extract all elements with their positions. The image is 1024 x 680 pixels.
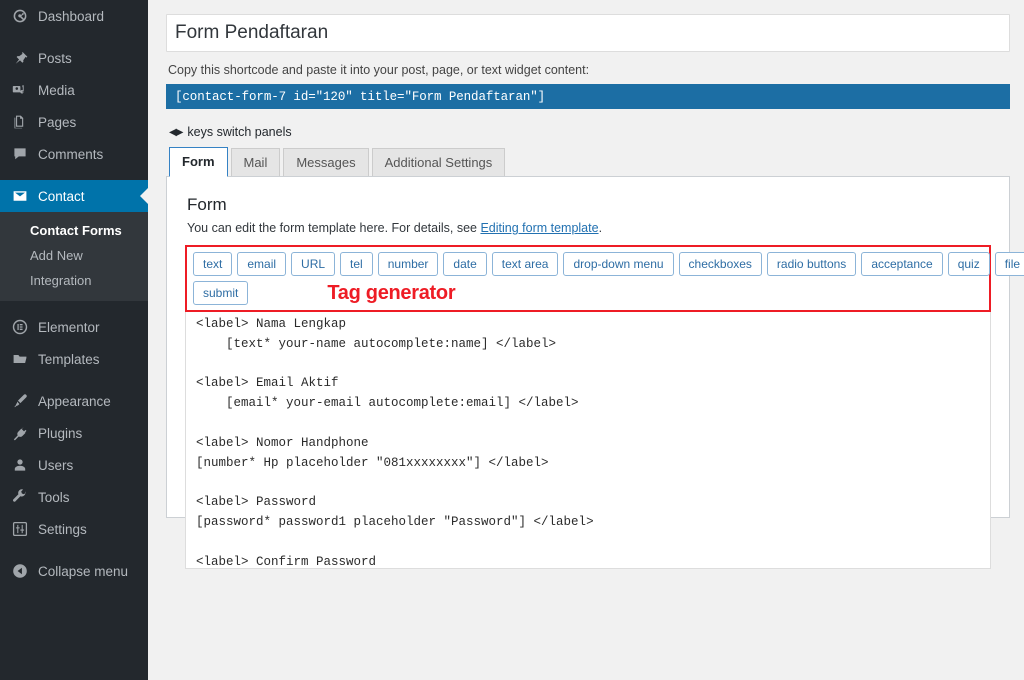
tag-button-checkboxes[interactable]: checkboxes — [679, 252, 762, 276]
tag-button-acceptance[interactable]: acceptance — [861, 252, 942, 276]
sidebar-item-users[interactable]: Users — [0, 449, 148, 481]
tag-button-text[interactable]: text — [193, 252, 232, 276]
tag-button-file[interactable]: file — [995, 252, 1024, 276]
tag-button-url[interactable]: URL — [291, 252, 335, 276]
form-title-input[interactable]: Form Pendaftaran — [166, 14, 1010, 52]
collapse-arrow-icon — [9, 561, 30, 581]
dashboard-icon — [9, 6, 30, 26]
sidebar-item-comments-label: Comments — [38, 147, 103, 162]
keys-switch-panels-label: keys switch panels — [187, 125, 291, 139]
tag-generator-row-1: textemailURLtelnumberdatetext areadrop-d… — [193, 252, 983, 276]
sidebar-item-posts-label: Posts — [38, 51, 72, 66]
sidebar-item-elementor-label: Elementor — [38, 320, 100, 335]
pages-icon — [9, 112, 30, 132]
tag-button-drop-down-menu[interactable]: drop-down menu — [563, 252, 673, 276]
sidebar-item-dashboard[interactable]: Dashboard — [0, 0, 148, 32]
shortcode-value[interactable]: [contact-form-7 id="120" title="Form Pen… — [166, 84, 1010, 109]
editing-form-template-link[interactable]: Editing form template — [480, 221, 598, 235]
panel-description-suffix: . — [599, 221, 602, 235]
tag-button-submit[interactable]: submit — [193, 281, 248, 305]
panel-description: You can edit the form template here. For… — [187, 221, 991, 235]
contact-submenu: Contact FormsAdd NewIntegration — [0, 212, 148, 301]
submenu-item-integration[interactable]: Integration — [0, 268, 148, 293]
sidebar-item-media[interactable]: Media — [0, 74, 148, 106]
tag-generator-annotation: Tag generator — [327, 282, 455, 305]
plug-icon — [9, 423, 30, 443]
media-icon — [9, 80, 30, 100]
tag-button-text-area[interactable]: text area — [492, 252, 559, 276]
sidebar-item-settings[interactable]: Settings — [0, 513, 148, 545]
sidebar-item-pages-label: Pages — [38, 115, 76, 130]
sidebar-item-templates[interactable]: Templates — [0, 343, 148, 375]
sidebar-item-plugins[interactable]: Plugins — [0, 417, 148, 449]
sidebar-gap — [0, 32, 148, 42]
tag-button-quiz[interactable]: quiz — [948, 252, 990, 276]
sidebar-gap — [0, 375, 148, 385]
sidebar-gap — [0, 301, 148, 311]
wordpress-admin-screen: Dashboard Posts Media Pages Comments Contact… — [0, 0, 1024, 680]
form-template-textarea[interactable]: <label> Nama Lengkap [text* your-name au… — [185, 311, 991, 569]
sidebar-item-comments[interactable]: Comments — [0, 138, 148, 170]
admin-sidebar: Dashboard Posts Media Pages Comments Contact… — [0, 0, 148, 680]
sidebar-item-collapse-menu[interactable]: Collapse menu — [0, 555, 148, 587]
sidebar-menu-top: Dashboard Posts Media Pages Comments — [0, 0, 148, 170]
envelope-icon — [9, 186, 30, 206]
tab-mail[interactable]: Mail — [231, 148, 281, 177]
tag-button-radio-buttons[interactable]: radio buttons — [767, 252, 856, 276]
form-panel: Form You can edit the form template here… — [166, 176, 1010, 518]
elementor-icon — [9, 317, 30, 337]
tag-button-date[interactable]: date — [443, 252, 486, 276]
sidebar-item-posts[interactable]: Posts — [0, 42, 148, 74]
sidebar-item-tools[interactable]: Tools — [0, 481, 148, 513]
sidebar-item-collapse-menu-label: Collapse menu — [38, 564, 128, 579]
tag-button-tel[interactable]: tel — [340, 252, 373, 276]
sidebar-gap — [0, 170, 148, 180]
keys-switch-panels-hint: ◀▶ keys switch panels — [169, 125, 1010, 139]
submenu-item-add-new[interactable]: Add New — [0, 243, 148, 268]
submenu-item-contact-forms[interactable]: Contact Forms — [0, 218, 148, 243]
sidebar-item-users-label: Users — [38, 458, 73, 473]
main-content: Form Pendaftaran Copy this shortcode and… — [148, 0, 1024, 680]
pin-icon — [9, 48, 30, 68]
sidebar-item-settings-label: Settings — [38, 522, 87, 537]
panel-description-prefix: You can edit the form template here. For… — [187, 221, 480, 235]
sidebar-gap — [0, 545, 148, 555]
tab-additional-settings[interactable]: Additional Settings — [372, 148, 506, 177]
user-icon — [9, 455, 30, 475]
tab-messages[interactable]: Messages — [283, 148, 368, 177]
wrench-icon — [9, 487, 30, 507]
sidebar-menu-bottom: Elementor Templates Appearance Plugins Users… — [0, 301, 148, 587]
tag-button-email[interactable]: email — [237, 252, 286, 276]
left-right-arrows-icon: ◀▶ — [169, 127, 182, 138]
tag-generator-box: textemailURLtelnumberdatetext areadrop-d… — [185, 245, 991, 312]
sidebar-item-templates-label: Templates — [38, 352, 100, 367]
sidebar-item-contact[interactable]: Contact — [0, 180, 148, 212]
sidebar-item-tools-label: Tools — [38, 490, 70, 505]
sidebar-item-contact-label: Contact — [38, 189, 85, 204]
sidebar-item-dashboard-label: Dashboard — [38, 9, 104, 24]
sidebar-item-appearance-label: Appearance — [38, 394, 111, 409]
tag-button-number[interactable]: number — [378, 252, 439, 276]
sidebar-item-pages[interactable]: Pages — [0, 106, 148, 138]
panel-heading: Form — [187, 195, 991, 215]
tab-form[interactable]: Form — [169, 147, 228, 177]
tag-generator-row-2: submit Tag generator — [193, 281, 983, 305]
shortcode-instruction-text: Copy this shortcode and paste it into yo… — [168, 63, 1010, 77]
sidebar-item-plugins-label: Plugins — [38, 426, 82, 441]
brush-icon — [9, 391, 30, 411]
sidebar-item-appearance[interactable]: Appearance — [0, 385, 148, 417]
sidebar-item-elementor[interactable]: Elementor — [0, 311, 148, 343]
folder-icon — [9, 349, 30, 369]
sidebar-item-media-label: Media — [38, 83, 75, 98]
panel-tabs: FormMailMessagesAdditional Settings — [169, 146, 1010, 176]
sliders-icon — [9, 519, 30, 539]
sidebar-contact-block: Contact Contact FormsAdd NewIntegration — [0, 170, 148, 301]
comments-icon — [9, 144, 30, 164]
